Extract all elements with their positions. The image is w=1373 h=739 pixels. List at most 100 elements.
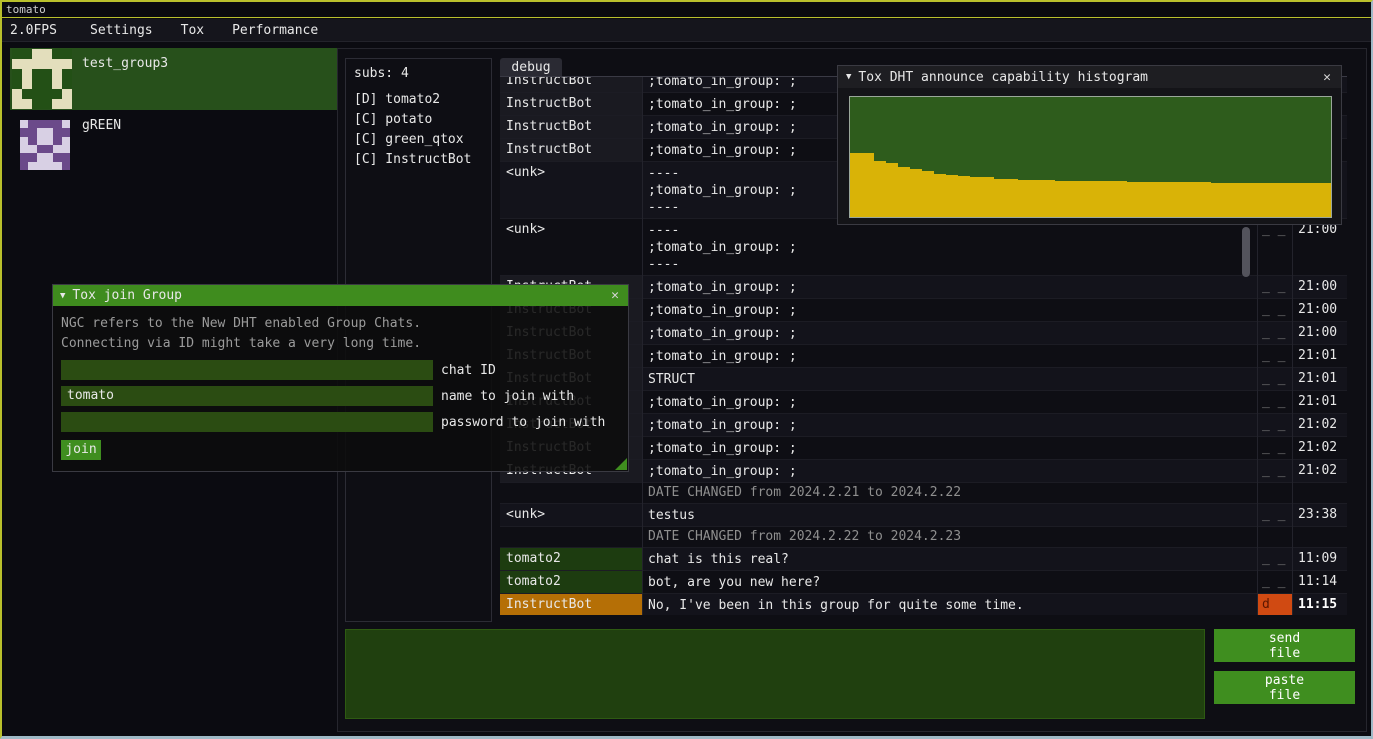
message-text: chat is this real? [642,548,1257,570]
message-time: 21:02 [1292,437,1347,459]
message-time: 21:01 [1292,345,1347,367]
window-title: tomato [6,3,46,16]
join-button[interactable]: join [61,440,101,460]
chat-message-row[interactable]: <unk>----;tomato_in_group: ;----_ _21:00 [500,219,1347,276]
histogram-bar [1235,183,1247,217]
sender-name: InstructBot [500,77,642,92]
message-text: ;tomato_in_group: ; [642,414,1257,436]
group-avatar [20,120,70,170]
message-time: 23:38 [1292,504,1347,526]
sender-name: <unk> [500,162,642,218]
join-group-titlebar[interactable]: ▼ Tox join Group ✕ [53,285,628,306]
menu-tox[interactable]: Tox [167,19,218,41]
histogram-bar [1103,181,1115,217]
histogram-bar [910,169,922,217]
histogram-bar [898,167,910,217]
chat-id-input[interactable] [61,360,433,380]
date-separator: DATE CHANGED from 2024.2.21 to 2024.2.22 [500,483,1347,504]
histogram-bar [1127,182,1139,217]
message-time: 21:00 [1292,322,1347,344]
dht-histogram-titlebar[interactable]: ▼ Tox DHT announce capability histogram … [838,66,1341,88]
message-text: ;tomato_in_group: ; [642,460,1257,482]
message-time: 11:09 [1292,548,1347,570]
histogram-bar [1067,181,1079,217]
join-password-input[interactable] [61,412,433,432]
send-file-label: send [1269,631,1300,646]
message-time: 11:14 [1292,571,1347,593]
message-flags: _ _ [1257,391,1292,413]
message-flags: _ _ [1257,548,1292,570]
subs-count: subs: 4 [354,64,483,84]
message-flags: _ _ [1257,276,1292,298]
histogram-bar [934,174,946,217]
subs-member[interactable]: [C] potato [354,110,483,130]
message-flags: _ _ [1257,322,1292,344]
subs-member[interactable]: [C] green_qtox [354,130,483,150]
close-icon[interactable]: ✕ [609,288,621,303]
histogram-bar [1247,183,1259,217]
subs-member[interactable]: [C] InstructBot [354,150,483,170]
histogram-bar [1151,182,1163,217]
chat-message-row[interactable]: <unk>testus_ _23:38 [500,504,1347,527]
join-name-label: name to join with [441,389,574,404]
histogram-bar [862,153,874,217]
histogram-bar [1307,183,1319,217]
histogram-bar [1259,183,1271,217]
message-time: 21:01 [1292,368,1347,390]
message-text: testus [642,504,1257,526]
group-name: gREEN [82,118,121,133]
join-name-input[interactable]: tomato [61,386,433,406]
histogram-bar [1030,180,1042,217]
histogram-bar [874,161,886,217]
dht-histogram-title: Tox DHT announce capability histogram [858,70,1148,85]
resize-grip[interactable] [615,458,627,470]
message-time: 11:15 [1292,594,1347,615]
histogram-bar [886,163,898,217]
message-time: 21:00 [1292,219,1347,275]
histogram-bar [1006,179,1018,217]
subs-member[interactable]: [D] tomato2 [354,90,483,110]
paste-file-button[interactable]: paste file [1214,671,1355,704]
message-flags: _ _ [1257,504,1292,526]
message-input[interactable] [345,629,1205,719]
sender-name: tomato2 [500,571,642,593]
send-file-button[interactable]: send file [1214,629,1355,662]
dht-histogram-window: ▼ Tox DHT announce capability histogram … [837,65,1342,225]
group-list-item-test-group3[interactable]: test_group3 [10,48,337,110]
histogram-bar [1271,183,1283,217]
message-time: 21:02 [1292,414,1347,436]
join-password-label: password to join with [441,415,605,430]
histogram-bar [982,177,994,217]
histogram-bar [1043,180,1055,217]
chat-scrollbar-thumb[interactable] [1242,227,1250,277]
date-separator: DATE CHANGED from 2024.2.22 to 2024.2.23 [500,527,1347,548]
sender-name: tomato2 [500,548,642,570]
histogram-bar [1018,180,1030,217]
menu-performance[interactable]: Performance [218,19,332,41]
menu-settings[interactable]: Settings [76,19,167,41]
message-time: 21:02 [1292,460,1347,482]
message-flags: d [1257,594,1292,615]
histogram-bar [1283,183,1295,217]
sender-name: <unk> [500,504,642,526]
window-titlebar[interactable]: tomato [2,2,1371,18]
chat-message-row[interactable]: InstructBotNo, I've been in this group f… [500,594,1347,615]
chat-message-row[interactable]: tomato2chat is this real?_ _11:09 [500,548,1347,571]
message-flags: _ _ [1257,368,1292,390]
message-text: ;tomato_in_group: ; [642,276,1257,298]
message-text: ----;tomato_in_group: ;---- [642,219,1257,275]
tab-debug[interactable]: debug [500,58,562,77]
histogram-bar [1175,182,1187,217]
sender-name: InstructBot [500,594,642,615]
collapse-icon[interactable]: ▼ [60,291,65,301]
chat-message-row[interactable]: tomato2bot, are you new here?_ _11:14 [500,571,1347,594]
group-list-item-green[interactable]: gREEN [10,116,337,170]
join-description-line: Connecting via ID might take a very long… [61,334,620,354]
join-group-title: Tox join Group [72,288,182,303]
histogram-bar [1223,183,1235,217]
close-icon[interactable]: ✕ [1321,70,1333,85]
collapse-icon[interactable]: ▼ [846,72,851,82]
send-file-label: file [1269,646,1300,661]
histogram-bar [970,177,982,217]
message-time: 21:00 [1292,299,1347,321]
